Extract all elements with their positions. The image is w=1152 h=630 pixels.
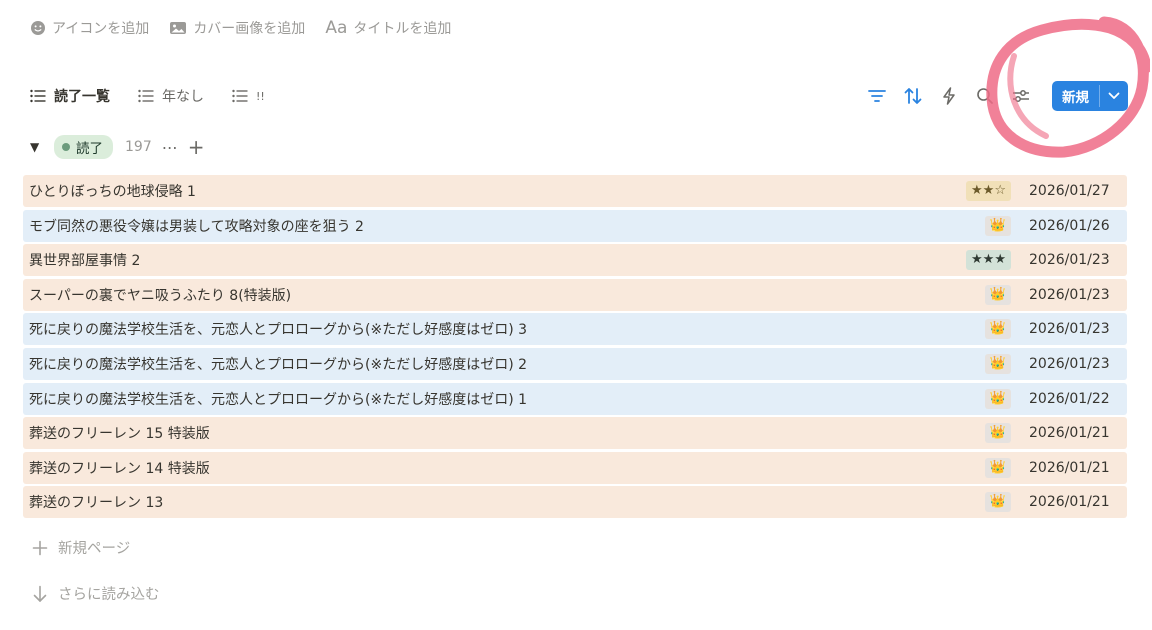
- add-row-button[interactable]: +: [188, 135, 205, 159]
- add-icon-button[interactable]: アイコンを追加: [30, 14, 149, 42]
- item-title: 異世界部屋事情 2: [29, 253, 141, 270]
- image-icon: [170, 22, 187, 34]
- list-icon: [30, 89, 46, 103]
- group-header: ▼ 読了 197 ⋯ +: [30, 134, 205, 160]
- collapse-toggle[interactable]: ▼: [30, 140, 44, 154]
- tab-reading-list[interactable]: 読了一覧: [30, 81, 110, 111]
- item-date: 2026/01/23: [1029, 355, 1110, 372]
- plus-icon: [32, 540, 48, 555]
- new-page-button[interactable]: 新規ページ: [32, 537, 130, 558]
- more-button[interactable]: ⋯: [162, 138, 178, 157]
- list-icon: [138, 89, 154, 103]
- text-icon: Aa: [325, 18, 348, 38]
- status-badge: 読了: [54, 135, 113, 159]
- new-dropdown-button[interactable]: [1100, 81, 1128, 111]
- crown-tag: 👑: [984, 388, 1011, 409]
- add-title-label: タイトルを追加: [353, 21, 452, 37]
- list-item[interactable]: ひとりぼっちの地球侵略 1 ★★☆ 2026/01/27: [23, 175, 1127, 207]
- tab-label: 読了一覧: [54, 89, 110, 105]
- tab-no-year[interactable]: 年なし: [138, 81, 204, 111]
- sort-button[interactable]: [902, 85, 924, 107]
- crown-tag: 👑: [984, 319, 1011, 340]
- add-title-button[interactable]: Aa タイトルを追加: [325, 14, 451, 42]
- group-count: 197: [125, 139, 152, 155]
- item-title: スーパーの裏でヤニ吸うふたり 8(特装版): [29, 287, 292, 304]
- settings-icon: [1013, 90, 1029, 102]
- new-page-label: 新規ページ: [58, 541, 131, 557]
- list-item[interactable]: 死に戻りの魔法学校生活を、元恋人とプロローグから(※ただし好感度はゼロ) 2 👑 2…: [23, 347, 1127, 380]
- load-more-label: さらに読み込む: [58, 587, 160, 603]
- new-button[interactable]: 新規: [1052, 81, 1128, 111]
- add-icon-label: アイコンを追加: [52, 21, 150, 37]
- load-more-button[interactable]: さらに読み込む: [32, 583, 160, 604]
- lightning-icon: [943, 87, 955, 105]
- book-list: ひとりぼっちの地球侵略 1 ★★☆ 2026/01/27 モブ同然の悪役令嬢は男装し…: [23, 175, 1127, 521]
- new-button-label: 新規: [1062, 90, 1089, 106]
- crown-tag: 👑: [984, 353, 1011, 374]
- item-date: 2026/01/21: [1029, 494, 1110, 511]
- list-item[interactable]: 異世界部屋事情 2 ★★★ 2026/01/23: [23, 244, 1127, 277]
- item-date: 2026/01/27: [1029, 183, 1110, 199]
- crown-tag: 👑: [984, 215, 1011, 236]
- item-title: モブ同然の悪役令嬢は男装して攻略対象の座を狙う 2: [29, 218, 364, 235]
- add-cover-button[interactable]: カバー画像を追加: [169, 14, 305, 42]
- item-date: 2026/01/21: [1029, 459, 1110, 476]
- rating-tag: ★★★: [966, 250, 1011, 271]
- sort-icon: [904, 88, 922, 104]
- item-title: 葬送のフリーレン 15 特装版: [29, 426, 210, 443]
- tab-label: 年なし: [162, 89, 204, 105]
- list-item[interactable]: 葬送のフリーレン 14 特装版 👑 2026/01/21: [23, 451, 1127, 484]
- search-icon: [977, 88, 993, 104]
- item-date: 2026/01/26: [1029, 217, 1110, 234]
- item-date: 2026/01/23: [1029, 286, 1110, 303]
- search-button[interactable]: [974, 85, 996, 107]
- crown-tag: 👑: [984, 492, 1011, 513]
- list-item[interactable]: 葬送のフリーレン 15 特装版 👑 2026/01/21: [23, 417, 1127, 450]
- list-icon: [232, 89, 248, 103]
- status-label: 読了: [76, 141, 103, 157]
- filter-icon: [868, 90, 886, 102]
- list-item[interactable]: 死に戻りの魔法学校生活を、元恋人とプロローグから(※ただし好感度はゼロ) 1 👑 2…: [23, 382, 1127, 415]
- item-date: 2026/01/22: [1029, 390, 1110, 407]
- page-actions: アイコンを追加 カバー画像を追加 Aa タイトルを追加: [30, 14, 451, 42]
- settings-button[interactable]: [1010, 85, 1032, 107]
- item-date: 2026/01/23: [1029, 252, 1110, 269]
- automation-button[interactable]: [938, 85, 960, 107]
- tab-label: !!: [256, 89, 265, 103]
- list-item[interactable]: スーパーの裏でヤニ吸うふたり 8(特装版) 👑 2026/01/23: [23, 278, 1127, 311]
- add-cover-label: カバー画像を追加: [193, 21, 306, 37]
- item-title: 死に戻りの魔法学校生活を、元恋人とプロローグから(※ただし好感度はゼロ) 1: [29, 391, 528, 408]
- arrow-down-icon: [33, 585, 47, 602]
- item-title: 死に戻りの魔法学校生活を、元恋人とプロローグから(※ただし好感度はゼロ) 2: [29, 356, 528, 373]
- view-tabs: 読了一覧 年なし !!: [30, 81, 265, 111]
- chevron-down-icon: [1108, 92, 1120, 99]
- view-bar: 読了一覧 年なし !! 新規: [30, 80, 1128, 112]
- rating-tag: ★★☆: [966, 181, 1011, 201]
- list-item[interactable]: モブ同然の悪役令嬢は男装して攻略対象の座を狙う 2 👑 2026/01/26: [23, 209, 1127, 242]
- item-title: 死に戻りの魔法学校生活を、元恋人とプロローグから(※ただし好感度はゼロ) 3: [29, 322, 528, 339]
- crown-tag: 👑: [984, 423, 1011, 444]
- crown-tag: 👑: [984, 457, 1011, 478]
- item-date: 2026/01/21: [1029, 425, 1110, 442]
- status-dot: [62, 143, 70, 151]
- database-toolbar: 新規: [866, 81, 1128, 111]
- list-item[interactable]: 葬送のフリーレン 13 👑 2026/01/21: [23, 486, 1127, 519]
- crown-tag: 👑: [984, 284, 1011, 305]
- filter-button[interactable]: [866, 85, 888, 107]
- item-title: 葬送のフリーレン 13: [29, 495, 164, 512]
- smiley-icon: [31, 21, 45, 35]
- item-title: ひとりぼっちの地球侵略 1: [29, 184, 196, 200]
- tab-important[interactable]: !!: [232, 81, 265, 111]
- list-item[interactable]: 死に戻りの魔法学校生活を、元恋人とプロローグから(※ただし好感度はゼロ) 3 👑 2…: [23, 313, 1127, 346]
- item-date: 2026/01/23: [1029, 321, 1110, 338]
- item-title: 葬送のフリーレン 14 特装版: [29, 460, 210, 477]
